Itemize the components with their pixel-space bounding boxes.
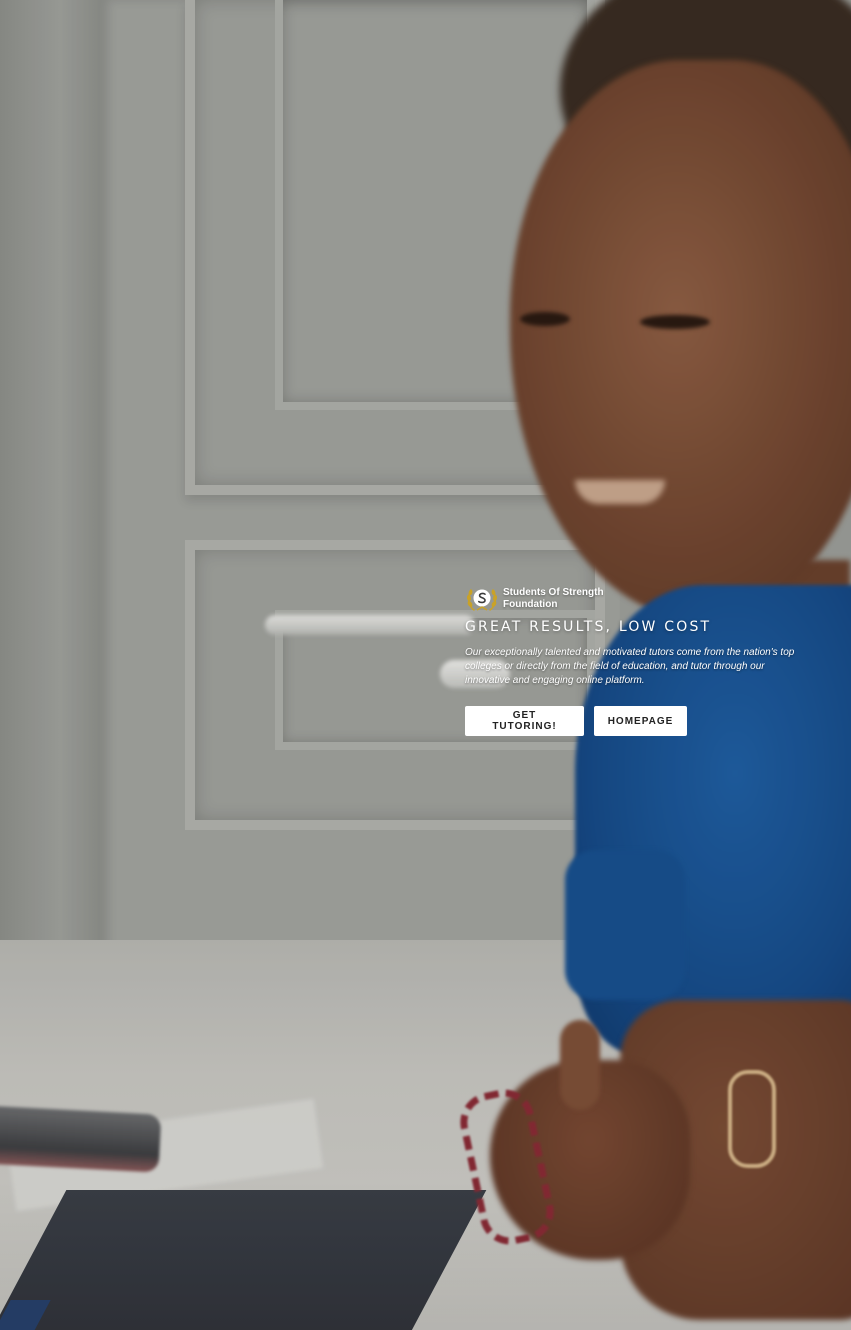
laurel-wreath-logo-icon: [466, 589, 498, 611]
brand-logo[interactable]: Students Of Strength Foundation: [465, 584, 815, 614]
brand-name: Students Of Strength Foundation: [503, 587, 604, 610]
get-tutoring-button[interactable]: GET TUTORING!: [465, 706, 584, 736]
homepage-button[interactable]: HOMEPAGE: [594, 706, 687, 736]
hero-headline: GREAT RESULTS, LOW COST: [465, 619, 712, 635]
hero-section: Students Of Strength Foundation GREAT RE…: [0, 0, 851, 1330]
hero-content: Students Of Strength Foundation GREAT RE…: [465, 584, 815, 736]
hero-tagline: Our exceptionally talented and motivated…: [465, 647, 795, 686]
hero-actions: GET TUTORING! HOMEPAGE: [465, 706, 815, 736]
